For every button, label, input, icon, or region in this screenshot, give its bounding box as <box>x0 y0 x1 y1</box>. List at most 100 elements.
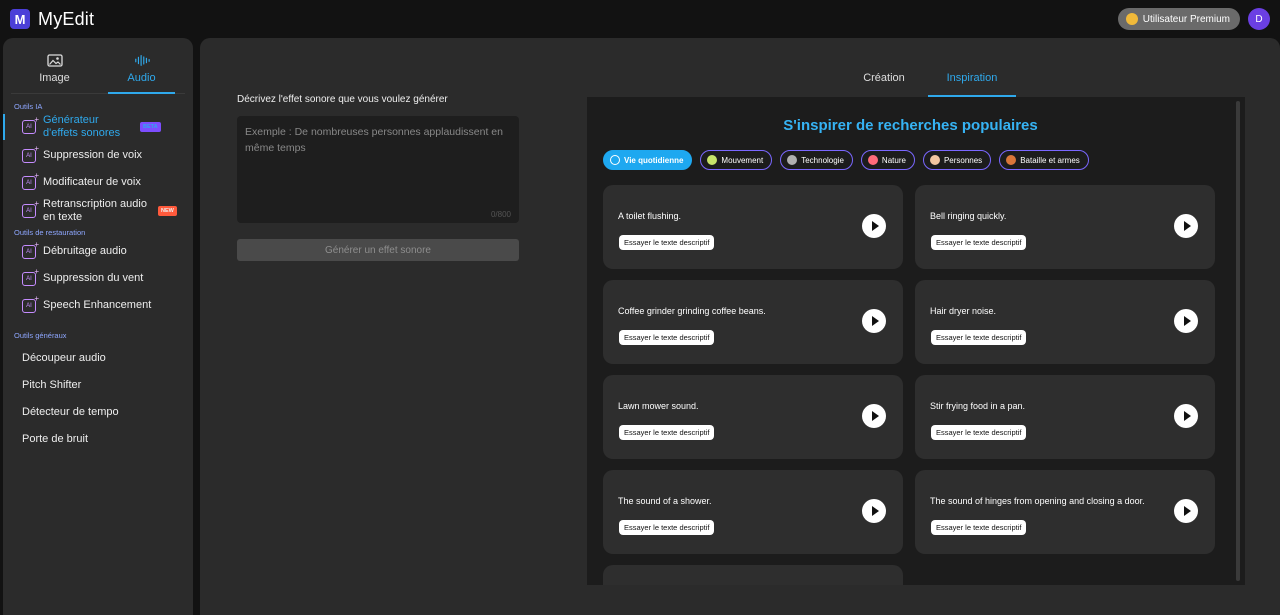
play-button[interactable] <box>1174 214 1198 238</box>
tab-inspiration[interactable]: Inspiration <box>928 72 1016 97</box>
chip-movement[interactable]: Mouvement <box>700 150 773 170</box>
app-name[interactable]: MyEdit <box>38 9 94 30</box>
play-button[interactable] <box>862 499 886 523</box>
play-icon <box>871 506 879 516</box>
mode-tab-image-label: Image <box>39 71 70 84</box>
sidebar-item-speech-enhancement[interactable]: AI Speech Enhancement <box>3 292 193 319</box>
play-icon <box>871 316 879 326</box>
top-right-controls: Utilisateur Premium D <box>1117 8 1270 30</box>
prompt-textarea[interactable] <box>237 116 519 223</box>
try-description-button[interactable]: Essayer le texte descriptif <box>931 235 1027 250</box>
sidebar-item-pitch-shifter[interactable]: Pitch Shifter <box>3 371 193 398</box>
ai-tool-icon: AI <box>22 267 39 286</box>
premium-crown-icon <box>1125 13 1138 25</box>
ai-tool-icon: AI <box>22 294 39 313</box>
play-button[interactable] <box>1174 404 1198 428</box>
premium-label: Utilisateur Premium <box>1142 13 1230 25</box>
sidebar-item-speech-to-text[interactable]: AI Retranscription audio en texte NEW <box>3 196 193 226</box>
play-button[interactable] <box>1174 499 1198 523</box>
flower-icon <box>867 155 878 165</box>
sidebar-item-noise-gate[interactable]: Porte de bruit <box>3 425 193 452</box>
card-description: Hair dryer noise. <box>930 306 997 316</box>
category-chips: Vie quotidienne Mouvement Technologie Na… <box>603 150 1089 170</box>
sidebar-item-audio-cutter[interactable]: Découpeur audio <box>3 344 193 371</box>
try-description-button[interactable]: Essayer le texte descriptif <box>931 425 1027 440</box>
chip-battle-weapons[interactable]: Bataille et armes <box>999 150 1089 170</box>
try-description-button[interactable]: Essayer le texte descriptif <box>619 425 715 440</box>
card-description: Stir frying food in a pan. <box>930 401 1026 411</box>
chip-technology[interactable]: Technologie <box>780 150 853 170</box>
clock-icon <box>610 155 620 165</box>
gear-icon <box>787 155 798 165</box>
prompt-textarea-container: 0/800 <box>237 116 519 223</box>
play-icon <box>1183 221 1191 231</box>
try-description-button[interactable]: Essayer le texte descriptif <box>619 330 715 345</box>
play-icon <box>1183 506 1191 516</box>
beta-badge: BETA <box>140 122 161 132</box>
top-bar: M MyEdit Utilisateur Premium D <box>0 0 1280 38</box>
play-icon <box>871 411 879 421</box>
card-description: Bell ringing quickly. <box>930 211 1007 221</box>
play-button[interactable] <box>862 214 886 238</box>
section-title-ai-tools: Outils IA <box>14 102 43 111</box>
chip-people[interactable]: Personnes <box>922 150 992 170</box>
sidebar-item-label: Suppression de voix <box>43 149 143 161</box>
card-description: The sound of hinges from opening and clo… <box>930 496 1145 506</box>
play-icon <box>1183 411 1191 421</box>
sidebar-item-label: Retranscription audio en texte <box>43 198 147 223</box>
sidebar-item-tempo-detector[interactable]: Détecteur de tempo <box>3 398 193 425</box>
sidebar-item-voice-changer[interactable]: AI Modificateur de voix <box>3 169 193 196</box>
mode-tab-audio[interactable]: Audio <box>98 44 185 94</box>
try-description-button[interactable]: Essayer le texte descriptif <box>619 235 715 250</box>
ai-tool-icon: AI <box>22 199 39 218</box>
user-avatar[interactable]: D <box>1248 8 1270 30</box>
inspiration-card: The sound of hinges from opening and clo… <box>915 470 1215 554</box>
sidebar-item-voice-removal[interactable]: AI Suppression de voix <box>3 142 193 169</box>
movement-icon <box>707 155 718 165</box>
try-description-button[interactable]: Essayer le texte descriptif <box>619 520 715 535</box>
inspiration-card: Bell ringing quickly. Essayer le texte d… <box>915 185 1215 269</box>
inspiration-card: The sound of a shower. Essayer le texte … <box>603 470 903 554</box>
prompt-label: Décrivez l'effet sonore que vous voulez … <box>237 94 448 105</box>
try-description-button[interactable]: Essayer le texte descriptif <box>931 520 1027 535</box>
sidebar-item-audio-denoise[interactable]: AI Débruitage audio <box>3 238 193 265</box>
chip-daily-life[interactable]: Vie quotidienne <box>603 150 693 170</box>
play-icon <box>871 221 879 231</box>
sidebar-item-wind-removal[interactable]: AI Suppression du vent <box>3 265 193 292</box>
ai-tool-icon: AI <box>22 115 39 134</box>
chip-label: Bataille et armes <box>1020 155 1080 165</box>
tab-creation[interactable]: Création <box>840 72 928 97</box>
play-button[interactable] <box>862 309 886 333</box>
sidebar-item-label: Générateur d'effets sonores <box>43 114 121 139</box>
content-tabs: Création Inspiration <box>840 72 1016 97</box>
ai-tool-icon: AI <box>22 171 39 190</box>
main-panel: Décrivez l'effet sonore que vous voulez … <box>200 38 1280 615</box>
inspiration-card-partial <box>603 565 903 585</box>
premium-user-button[interactable]: Utilisateur Premium <box>1117 8 1240 30</box>
inspiration-card: A toilet flushing. Essayer le texte desc… <box>603 185 903 269</box>
inspiration-scrollbar[interactable] <box>1236 101 1240 581</box>
section-title-general-tools: Outils généraux <box>14 331 67 340</box>
chip-nature[interactable]: Nature <box>860 150 915 170</box>
mode-tabs: Image Audio <box>11 44 185 94</box>
card-description: The sound of a shower. <box>618 496 712 506</box>
sidebar-item-sound-effect-generator[interactable]: AI Générateur d'effets sonores BETA <box>3 112 193 142</box>
try-description-button[interactable]: Essayer le texte descriptif <box>931 330 1027 345</box>
card-description: Coffee grinder grinding coffee beans. <box>618 306 766 316</box>
chip-label: Vie quotidienne <box>624 155 684 165</box>
ai-tool-icon: AI <box>22 144 39 163</box>
inspiration-panel: S'inspirer de recherches populaires Vie … <box>587 97 1245 585</box>
audio-wave-icon <box>134 54 150 67</box>
inspiration-card: Hair dryer noise. Essayer le texte descr… <box>915 280 1215 364</box>
generate-sound-effect-button[interactable]: Générer un effet sonore <box>237 239 519 261</box>
play-button[interactable] <box>862 404 886 428</box>
myedit-logo-icon[interactable]: M <box>10 9 30 29</box>
inspiration-card: Coffee grinder grinding coffee beans. Es… <box>603 280 903 364</box>
inspiration-card: Lawn mower sound. Essayer le texte descr… <box>603 375 903 459</box>
mode-tab-image[interactable]: Image <box>11 44 98 93</box>
image-icon <box>46 53 63 67</box>
sidebar-item-label: Speech Enhancement <box>43 299 152 311</box>
play-button[interactable] <box>1174 309 1198 333</box>
weapon-icon <box>1006 155 1017 165</box>
inspiration-card: Stir frying food in a pan. Essayer le te… <box>915 375 1215 459</box>
